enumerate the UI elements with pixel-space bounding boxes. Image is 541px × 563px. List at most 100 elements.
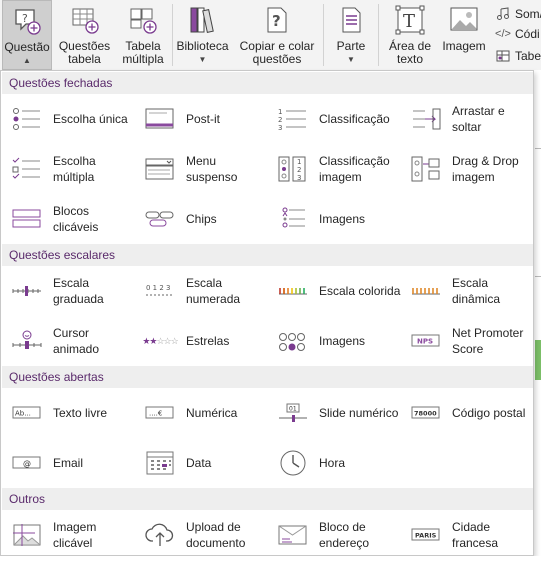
question-button[interactable]: ? Questão ▲ bbox=[2, 0, 52, 70]
menu-item-label: Imagens bbox=[319, 334, 366, 348]
clickable-image-icon bbox=[12, 522, 42, 548]
sound-label: Som/ bbox=[515, 7, 541, 21]
question-table-button[interactable]: Questões tabela bbox=[56, 0, 113, 70]
copy-paste-button[interactable]: ? Copiar e colar questões bbox=[234, 0, 320, 70]
clock-icon bbox=[278, 450, 308, 476]
question-type-menu: Questões fechadas Escolha única Post-it … bbox=[0, 70, 534, 556]
menu-item-multiple-choice[interactable]: Escolha múltipla bbox=[2, 147, 132, 191]
menu-item-numeric[interactable]: ....€ Numérica bbox=[135, 391, 265, 435]
menu-item-postal-code[interactable]: 78000 Código postal bbox=[401, 391, 531, 435]
question-bubble-icon: ? bbox=[12, 6, 42, 39]
menu-item-images[interactable]: Imagens bbox=[268, 197, 398, 241]
table-button[interactable]: Tabel bbox=[495, 47, 541, 65]
menu-item-free-text[interactable]: Ab... Texto livre bbox=[2, 391, 132, 435]
divider bbox=[535, 276, 541, 277]
clickable-blocks-icon bbox=[12, 206, 42, 232]
part-label: Parte bbox=[336, 39, 366, 53]
menu-item-drag-drop[interactable]: Arrastar e soltar bbox=[401, 97, 531, 141]
animated-cursor-icon bbox=[12, 328, 42, 354]
image-icon bbox=[448, 5, 480, 38]
menu-item-label: Escala numerada bbox=[186, 276, 241, 306]
menu-item-label: Blocos clicáveis bbox=[53, 204, 99, 234]
nps-icon: NPS bbox=[411, 328, 441, 354]
menu-item-scale-images[interactable]: Imagens bbox=[268, 319, 398, 363]
menu-item-label: Classificação imagem bbox=[319, 154, 390, 184]
menu-item-label: Email bbox=[53, 456, 84, 470]
menu-item-label: Escala dinâmica bbox=[452, 276, 501, 306]
table-label: Tabel bbox=[515, 49, 541, 63]
menu-item-numbered-scale[interactable]: 0 1 2 3 Escala numerada bbox=[135, 269, 265, 313]
part-document-icon bbox=[336, 5, 366, 38]
image-ranking-icon: 123 bbox=[278, 156, 308, 182]
menu-item-document-upload[interactable]: Upload de documento bbox=[135, 513, 265, 557]
graduated-scale-icon bbox=[12, 278, 42, 304]
document-background bbox=[534, 70, 541, 563]
menu-item-label: Numérica bbox=[186, 406, 238, 420]
menu-item-french-city[interactable]: PARIS Cidade francesa bbox=[401, 513, 531, 557]
menu-item-label: Chips bbox=[186, 212, 217, 226]
part-button[interactable]: Parte ▼ bbox=[328, 0, 374, 70]
menu-item-label: Post-it bbox=[186, 112, 221, 126]
menu-item-image-ranking[interactable]: 123 Classificação imagem bbox=[268, 147, 398, 191]
colored-scale-icon bbox=[278, 278, 308, 304]
menu-item-clickable-blocks[interactable]: Blocos clicáveis bbox=[2, 197, 132, 241]
menu-item-dropdown-menu[interactable]: Menu suspenso bbox=[135, 147, 265, 191]
question-table-icon bbox=[69, 5, 101, 38]
image-label: Imagem bbox=[442, 39, 486, 53]
emoji-scale-icon bbox=[278, 328, 308, 354]
menu-item-post-it[interactable]: Post-it bbox=[135, 97, 265, 141]
menu-item-label: Upload de documento bbox=[186, 520, 246, 550]
copy-paste-icon: ? bbox=[262, 5, 292, 38]
menu-item-label: Bloco de endereço bbox=[319, 520, 370, 550]
menu-item-stars[interactable]: ★★ ☆☆☆ Estrelas bbox=[135, 319, 265, 363]
menu-item-address-block[interactable]: Bloco de endereço bbox=[268, 513, 398, 557]
sound-button[interactable]: Som/ bbox=[495, 5, 541, 23]
text-area-icon: T bbox=[394, 5, 426, 38]
numbered-scale-icon: 0 1 2 3 bbox=[145, 278, 175, 304]
city-sign-icon: PARIS bbox=[411, 522, 441, 548]
section-closed-questions: Questões fechadas bbox=[2, 72, 533, 94]
menu-item-nps[interactable]: NPS Net Promoter Score bbox=[401, 319, 531, 363]
menu-item-clickable-image[interactable]: Imagem clicável bbox=[2, 513, 132, 557]
menu-item-dynamic-scale[interactable]: Escala dinâmica bbox=[401, 269, 531, 313]
menu-item-chips[interactable]: Chips bbox=[135, 197, 265, 241]
menu-item-label: Menu suspenso bbox=[186, 154, 238, 184]
menu-item-colored-scale[interactable]: Escala colorida bbox=[268, 269, 400, 313]
images-icon bbox=[278, 206, 308, 232]
multi-table-button[interactable]: Tabela múltipla bbox=[117, 0, 169, 70]
menu-item-label: Net Promoter Score bbox=[452, 326, 524, 356]
menu-item-label: Slide numérico bbox=[319, 406, 399, 420]
menu-item-label: Escolha única bbox=[53, 112, 128, 126]
text-area-button[interactable]: T Área de texto bbox=[384, 0, 436, 70]
menu-item-drag-drop-image[interactable]: Drag & Drop imagem bbox=[401, 147, 531, 191]
section-other: Outros bbox=[2, 488, 533, 510]
library-button[interactable]: Biblioteca ▼ bbox=[175, 0, 230, 70]
code-label: Códi bbox=[515, 27, 540, 41]
music-note-icon bbox=[495, 7, 511, 21]
upload-cloud-icon bbox=[145, 522, 175, 548]
menu-item-date[interactable]: Data bbox=[135, 441, 265, 485]
svg-text:3: 3 bbox=[278, 124, 282, 131]
menu-item-label: Cursor animado bbox=[53, 326, 100, 356]
menu-item-label: Hora bbox=[319, 456, 346, 470]
image-button[interactable]: Imagem bbox=[440, 0, 488, 70]
menu-item-graduated-scale[interactable]: Escala graduada bbox=[2, 269, 132, 313]
scale-numbers-text: 0 1 2 3 bbox=[146, 284, 171, 292]
menu-item-single-choice[interactable]: Escolha única bbox=[2, 97, 132, 141]
menu-item-label: Drag & Drop imagem bbox=[452, 154, 519, 184]
menu-item-label: Código postal bbox=[452, 406, 526, 420]
calendar-icon bbox=[145, 450, 175, 476]
document-background-bottom bbox=[0, 556, 541, 563]
menu-item-label: Estrelas bbox=[186, 334, 230, 348]
menu-item-ranking[interactable]: 123 Classificação bbox=[268, 97, 398, 141]
menu-item-label: Data bbox=[186, 456, 212, 470]
code-button[interactable]: </> Códi bbox=[495, 25, 540, 43]
multi-table-icon bbox=[127, 5, 159, 38]
menu-item-numeric-slider[interactable]: 01 Slide numérico bbox=[268, 391, 398, 435]
svg-text:2: 2 bbox=[297, 166, 301, 174]
svg-text:1: 1 bbox=[297, 158, 301, 166]
menu-item-animated-cursor[interactable]: Cursor animado bbox=[2, 319, 132, 363]
menu-item-email[interactable]: @ Email bbox=[2, 441, 132, 485]
multi-table-label: Tabela múltipla bbox=[122, 39, 164, 66]
menu-item-time[interactable]: Hora bbox=[268, 441, 398, 485]
